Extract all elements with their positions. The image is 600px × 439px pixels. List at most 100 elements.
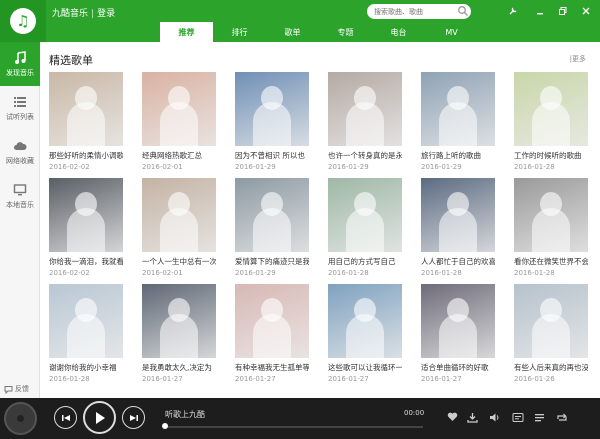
tab-charts[interactable]: 排行 bbox=[213, 22, 266, 42]
album-art-disc[interactable] bbox=[4, 402, 37, 435]
progress-knob[interactable] bbox=[162, 423, 168, 429]
track-title: 听歌上九酷 bbox=[165, 410, 205, 419]
playlist-title[interactable]: 这些歌可以让我循环一 bbox=[328, 362, 402, 373]
cover-figure-body bbox=[253, 208, 291, 252]
list-icon bbox=[14, 96, 26, 107]
playlist-date: 2016-02-01 bbox=[142, 163, 183, 171]
section-title: 精选歌单 bbox=[49, 54, 93, 67]
playlist-title[interactable]: 那些好听的柔情小调歌 bbox=[49, 150, 123, 161]
playlist-card[interactable]: 有种幸福我无生孤单等 2016-01-27 bbox=[235, 284, 309, 383]
playlist-cover[interactable] bbox=[49, 72, 123, 146]
playlist-card[interactable]: 工作的时候听的歌曲 2016-01-28 bbox=[514, 72, 588, 171]
playlist-title[interactable]: 人人都忙于自己的欢喜 bbox=[421, 256, 495, 267]
playlist-cover[interactable] bbox=[514, 72, 588, 146]
playlist-card[interactable]: 适合单曲循环的好歌 2016-01-27 bbox=[421, 284, 495, 383]
playlist-card[interactable]: 有些人后来真的再也没 2016-01-26 bbox=[514, 284, 588, 383]
restore-icon[interactable] bbox=[556, 4, 570, 18]
cover-figure-body bbox=[532, 208, 570, 252]
playlist-date: 2016-01-28 bbox=[328, 269, 369, 277]
playlist-icon[interactable] bbox=[532, 410, 546, 424]
volume-icon[interactable] bbox=[488, 410, 502, 424]
sidebar-item-local-music[interactable]: 本地音乐 bbox=[0, 174, 40, 218]
login-link[interactable]: 登录 bbox=[97, 9, 115, 19]
playlist-cover[interactable] bbox=[49, 284, 123, 358]
settings-icon[interactable] bbox=[506, 4, 520, 18]
playlist-title[interactable]: 也许一个转身真的是永 bbox=[328, 150, 402, 161]
playlist-date: 2016-01-28 bbox=[421, 269, 462, 277]
playlist-title[interactable]: 用自己的方式写自己 bbox=[328, 256, 402, 267]
search-icon[interactable] bbox=[457, 5, 469, 17]
playlist-card[interactable]: 是我勇敢太久,决定为 2016-01-27 bbox=[142, 284, 216, 383]
playlist-cover[interactable] bbox=[142, 178, 216, 252]
playlist-card[interactable]: 人人都忙于自己的欢喜 2016-01-28 bbox=[421, 178, 495, 277]
sidebar-item-discover[interactable]: 发现音乐 bbox=[0, 42, 40, 86]
playlist-card[interactable]: 旅行路上听的歌曲 2016-01-29 bbox=[421, 72, 495, 171]
playlist-cover[interactable] bbox=[328, 178, 402, 252]
playlist-card[interactable]: 谢谢你给我的小幸福 2016-01-28 bbox=[49, 284, 123, 383]
playlist-card[interactable]: 一个人一生中总有一次 2016-02-01 bbox=[142, 178, 216, 277]
playlist-title[interactable]: 是我勇敢太久,决定为 bbox=[142, 362, 216, 373]
playlist-title[interactable]: 谢谢你给我的小幸福 bbox=[49, 362, 123, 373]
playlist-cover[interactable] bbox=[514, 178, 588, 252]
lyrics-icon[interactable] bbox=[511, 410, 525, 424]
playlist-title[interactable]: 有种幸福我无生孤单等 bbox=[235, 362, 309, 373]
playlist-cover[interactable] bbox=[421, 284, 495, 358]
tab-playlists[interactable]: 歌单 bbox=[266, 22, 319, 42]
playlist-title[interactable]: 经典网络热歌汇总 bbox=[142, 150, 216, 161]
playlist-cover[interactable] bbox=[421, 178, 495, 252]
playlist-title[interactable]: 你给我一滴泪，我就看 bbox=[49, 256, 123, 267]
playlist-cover[interactable] bbox=[49, 178, 123, 252]
app-logo[interactable]: ♫ bbox=[0, 0, 46, 42]
progress-bar[interactable] bbox=[165, 426, 423, 428]
minimize-icon[interactable] bbox=[533, 4, 547, 18]
playlist-cover[interactable] bbox=[328, 284, 402, 358]
playlist-card[interactable]: 用自己的方式写自己 2016-01-28 bbox=[328, 178, 402, 277]
tab-mv[interactable]: MV bbox=[425, 22, 478, 42]
playlist-cover[interactable] bbox=[235, 72, 309, 146]
playlist-card[interactable]: 看你还在微笑世界不会 2016-01-28 bbox=[514, 178, 588, 277]
feedback-button[interactable]: 反馈 bbox=[4, 384, 29, 394]
playlist-title[interactable]: 旅行路上听的歌曲 bbox=[421, 150, 495, 161]
tab-radio[interactable]: 电台 bbox=[372, 22, 425, 42]
playlist-card[interactable]: 爱情算下的痛迹只是我 2016-01-29 bbox=[235, 178, 309, 277]
play-button[interactable] bbox=[83, 401, 116, 434]
playlist-title[interactable]: 有些人后来真的再也没 bbox=[514, 362, 588, 373]
playlist-cover[interactable] bbox=[142, 72, 216, 146]
tab-topics[interactable]: 专题 bbox=[319, 22, 372, 42]
playlist-cover[interactable] bbox=[421, 72, 495, 146]
playlist-cover[interactable] bbox=[328, 72, 402, 146]
sidebar: 发现音乐 试听列表 网络收藏 本地音乐 反馈 bbox=[0, 42, 40, 398]
monitor-icon bbox=[13, 183, 27, 195]
sidebar-item-cloud-favorites[interactable]: 网络收藏 bbox=[0, 130, 40, 174]
cover-figure-body bbox=[253, 102, 291, 146]
playlist-title[interactable]: 看你还在微笑世界不会 bbox=[514, 256, 588, 267]
music-logo-icon: ♫ bbox=[10, 8, 36, 34]
tab-recommend[interactable]: 推荐 bbox=[160, 22, 213, 42]
playlist-cover[interactable] bbox=[235, 284, 309, 358]
search-input[interactable] bbox=[367, 4, 471, 19]
playlist-cover[interactable] bbox=[514, 284, 588, 358]
heart-icon[interactable] bbox=[445, 410, 459, 424]
playlist-title[interactable]: 因为不曾相识 所以也 bbox=[235, 150, 309, 161]
title-bar: ♫ 九酷音乐|登录 推荐 排行 歌单 专题 电台 MV bbox=[0, 0, 600, 42]
close-icon[interactable] bbox=[579, 4, 593, 18]
more-link[interactable]: |更多 bbox=[570, 54, 586, 64]
playlist-cover[interactable] bbox=[142, 284, 216, 358]
playlist-card[interactable]: 经典网络热歌汇总 2016-02-01 bbox=[142, 72, 216, 171]
playlist-title[interactable]: 爱情算下的痛迹只是我 bbox=[235, 256, 309, 267]
playlist-title[interactable]: 适合单曲循环的好歌 bbox=[421, 362, 495, 373]
playlist-card[interactable]: 这些歌可以让我循环一 2016-01-27 bbox=[328, 284, 402, 383]
cover-figure-body bbox=[160, 314, 198, 358]
playlist-cover[interactable] bbox=[235, 178, 309, 252]
download-icon[interactable] bbox=[465, 410, 479, 424]
playlist-card[interactable]: 因为不曾相识 所以也 2016-01-29 bbox=[235, 72, 309, 171]
next-button[interactable] bbox=[122, 406, 145, 429]
playlist-title[interactable]: 工作的时候听的歌曲 bbox=[514, 150, 588, 161]
playlist-card[interactable]: 也许一个转身真的是永 2016-01-29 bbox=[328, 72, 402, 171]
playlist-card[interactable]: 那些好听的柔情小调歌 2016-02-02 bbox=[49, 72, 123, 171]
previous-button[interactable] bbox=[54, 406, 77, 429]
loop-icon[interactable] bbox=[555, 410, 569, 424]
playlist-card[interactable]: 你给我一滴泪，我就看 2016-02-02 bbox=[49, 178, 123, 277]
playlist-title[interactable]: 一个人一生中总有一次 bbox=[142, 256, 216, 267]
sidebar-item-trial-list[interactable]: 试听列表 bbox=[0, 86, 40, 130]
